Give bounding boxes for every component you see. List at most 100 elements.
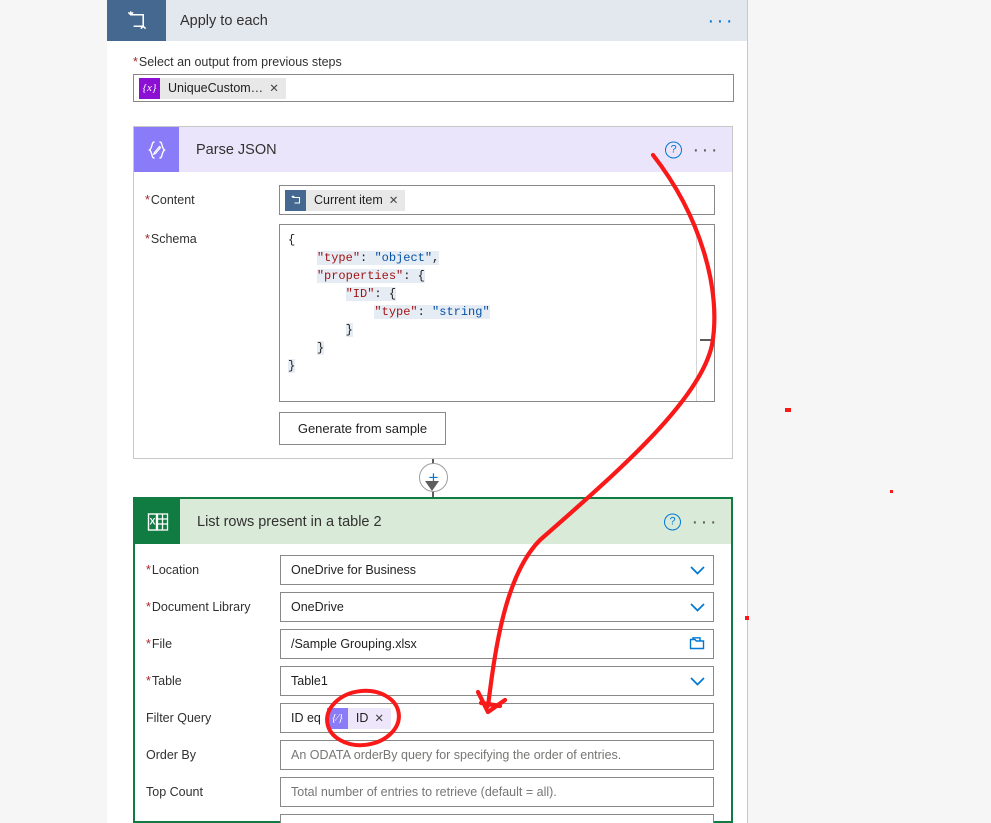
field-control: /Sample Grouping.xlsx <box>280 629 714 659</box>
field-row-table: *Table Table1 <box>135 666 731 696</box>
field-label: Order By <box>146 740 280 762</box>
required-asterisk: * <box>133 55 138 69</box>
parse-json-card: Parse JSON ? ··· *Content Current item ✕… <box>133 126 733 459</box>
field-row-top-count: Top Count Total number of entries to retr… <box>135 777 731 807</box>
generate-spacer <box>145 412 279 420</box>
token-unique-customers[interactable]: {x} UniqueCustom… ✕ <box>139 77 286 99</box>
token-remove-icon[interactable]: ✕ <box>269 81 286 95</box>
loop-icon <box>285 189 306 211</box>
field-label-text: Document Library <box>151 600 251 614</box>
field-row-location: *Location OneDrive for Business <box>135 555 731 585</box>
schema-label-text: Schema <box>150 232 197 246</box>
content-row: *Content Current item ✕ <box>134 185 732 215</box>
field-control: Total number of entries to retrieve (def… <box>280 777 714 807</box>
schema-label: *Schema <box>145 224 279 246</box>
required-asterisk: * <box>146 637 151 651</box>
annotation-dot-2 <box>890 490 893 493</box>
chevron-down-icon[interactable] <box>690 601 705 614</box>
apply-to-each-header[interactable]: Apply to each ··· <box>107 0 747 41</box>
variable-icon: {x} <box>139 77 160 99</box>
list-rows-fields: *Location OneDrive for Business *Document … <box>135 555 731 823</box>
help-icon[interactable]: ? <box>664 513 681 530</box>
field-label: Filter Query <box>146 703 280 725</box>
field-input-order-by[interactable]: An ODATA orderBy query for specifying th… <box>280 740 714 770</box>
required-asterisk: * <box>146 600 151 614</box>
generate-row: Generate from sample <box>134 412 732 445</box>
field-row-skip-count: Skip CountThe number of entries to skip … <box>135 814 731 823</box>
schema-code-line: { <box>288 233 296 247</box>
token-label: UniqueCustom… <box>168 81 264 95</box>
generate-from-sample-button[interactable]: Generate from sample <box>279 412 446 445</box>
list-rows-title: List rows present in a table 2 <box>197 513 382 530</box>
connector-arrow-icon <box>425 481 439 491</box>
token-remove-icon[interactable]: ✕ <box>389 193 406 207</box>
token-current-item[interactable]: Current item ✕ <box>285 189 406 211</box>
schema-editor[interactable]: { "type": "object", "properties": { "ID"… <box>279 224 715 402</box>
field-input-table[interactable]: Table1 <box>280 666 714 696</box>
parse-json-header[interactable]: Parse JSON ? ··· <box>134 127 732 172</box>
field-input-filter-query[interactable]: ID eq {⁄} ID ✕ <box>280 703 714 733</box>
field-label-text: Order By <box>146 748 197 762</box>
field-value: /Sample Grouping.xlsx <box>291 637 417 651</box>
token-remove-icon[interactable]: ✕ <box>374 711 391 725</box>
parse-json-title: Parse JSON <box>196 141 277 158</box>
field-label-text: File <box>151 637 173 651</box>
content-input[interactable]: Current item ✕ <box>279 185 715 215</box>
field-input-location[interactable]: OneDrive for Business <box>280 555 714 585</box>
svg-text:X: X <box>149 516 155 526</box>
field-row-document-library: *Document Library OneDrive <box>135 592 731 622</box>
annotation-dot-1 <box>785 408 791 412</box>
field-row-file: *File/Sample Grouping.xlsx <box>135 629 731 659</box>
schema-code-line: } <box>345 323 353 337</box>
field-control: ID eq {⁄} ID ✕ <box>280 703 714 733</box>
schema-code-line: "type": "object", <box>316 251 440 265</box>
field-control: Table1 <box>280 666 714 696</box>
schema-code-content: { "type": "object", "properties": { "ID"… <box>280 225 714 375</box>
help-icon[interactable]: ? <box>665 141 682 158</box>
field-label: *Table <box>146 666 280 688</box>
apply-to-each-body: *Select an output from previous steps {x… <box>107 41 747 102</box>
schema-control: { "type": "object", "properties": { "ID"… <box>279 224 715 402</box>
field-label: *Location <box>146 555 280 577</box>
chevron-down-icon[interactable] <box>690 564 705 577</box>
required-asterisk: * <box>145 232 150 246</box>
braces-pencil-icon: {⁄} <box>326 707 348 729</box>
flow-designer-canvas: Apply to each ··· *Select an output from… <box>0 0 991 823</box>
chevron-down-icon[interactable] <box>690 675 705 688</box>
schema-code-line: "ID": { <box>345 287 397 301</box>
field-label-text: Top Count <box>146 785 203 799</box>
field-label: Skip Count <box>146 814 280 823</box>
field-value: Table1 <box>291 674 328 688</box>
generate-control: Generate from sample <box>279 412 715 445</box>
token-id[interactable]: {⁄} ID ✕ <box>326 707 392 729</box>
select-output-label-text: Select an output from previous steps <box>138 55 342 69</box>
schema-code-line: } <box>288 359 296 373</box>
token-label: ID <box>355 711 369 725</box>
field-input-file[interactable]: /Sample Grouping.xlsx <box>280 629 714 659</box>
list-rows-menu-button[interactable]: ··· <box>692 512 719 532</box>
field-value: OneDrive <box>291 600 344 614</box>
field-input-skip-count[interactable]: The number of entries to skip (default =… <box>280 814 714 823</box>
field-row-order-by: Order By An ODATA orderBy query for speci… <box>135 740 731 770</box>
parse-json-menu-button[interactable]: ··· <box>693 140 720 160</box>
list-rows-header[interactable]: X List rows present in a table 2 ? ··· <box>135 499 731 544</box>
select-output-label: *Select an output from previous steps <box>133 55 734 69</box>
select-output-input[interactable]: {x} UniqueCustom… ✕ <box>133 74 734 102</box>
field-control: OneDrive for Business <box>280 555 714 585</box>
field-input-top-count[interactable]: Total number of entries to retrieve (def… <box>280 777 714 807</box>
schema-code-line: "type": "string" <box>374 305 490 319</box>
token-label: Current item <box>314 193 383 207</box>
schema-resize-handle[interactable] <box>700 339 713 341</box>
content-label: *Content <box>145 185 279 207</box>
list-rows-card: X List rows present in a table 2 ? ··· *… <box>133 497 733 823</box>
schema-code-line: } <box>316 341 325 355</box>
schema-scrollbar[interactable] <box>696 225 714 401</box>
field-value: OneDrive for Business <box>291 563 417 577</box>
excel-icon: X <box>135 499 180 544</box>
loop-icon <box>107 0 166 41</box>
field-control: OneDrive <box>280 592 714 622</box>
apply-to-each-menu-button[interactable]: ··· <box>708 11 735 31</box>
field-input-document-library[interactable]: OneDrive <box>280 592 714 622</box>
folder-icon[interactable] <box>689 636 705 652</box>
braces-pencil-icon <box>134 127 179 172</box>
